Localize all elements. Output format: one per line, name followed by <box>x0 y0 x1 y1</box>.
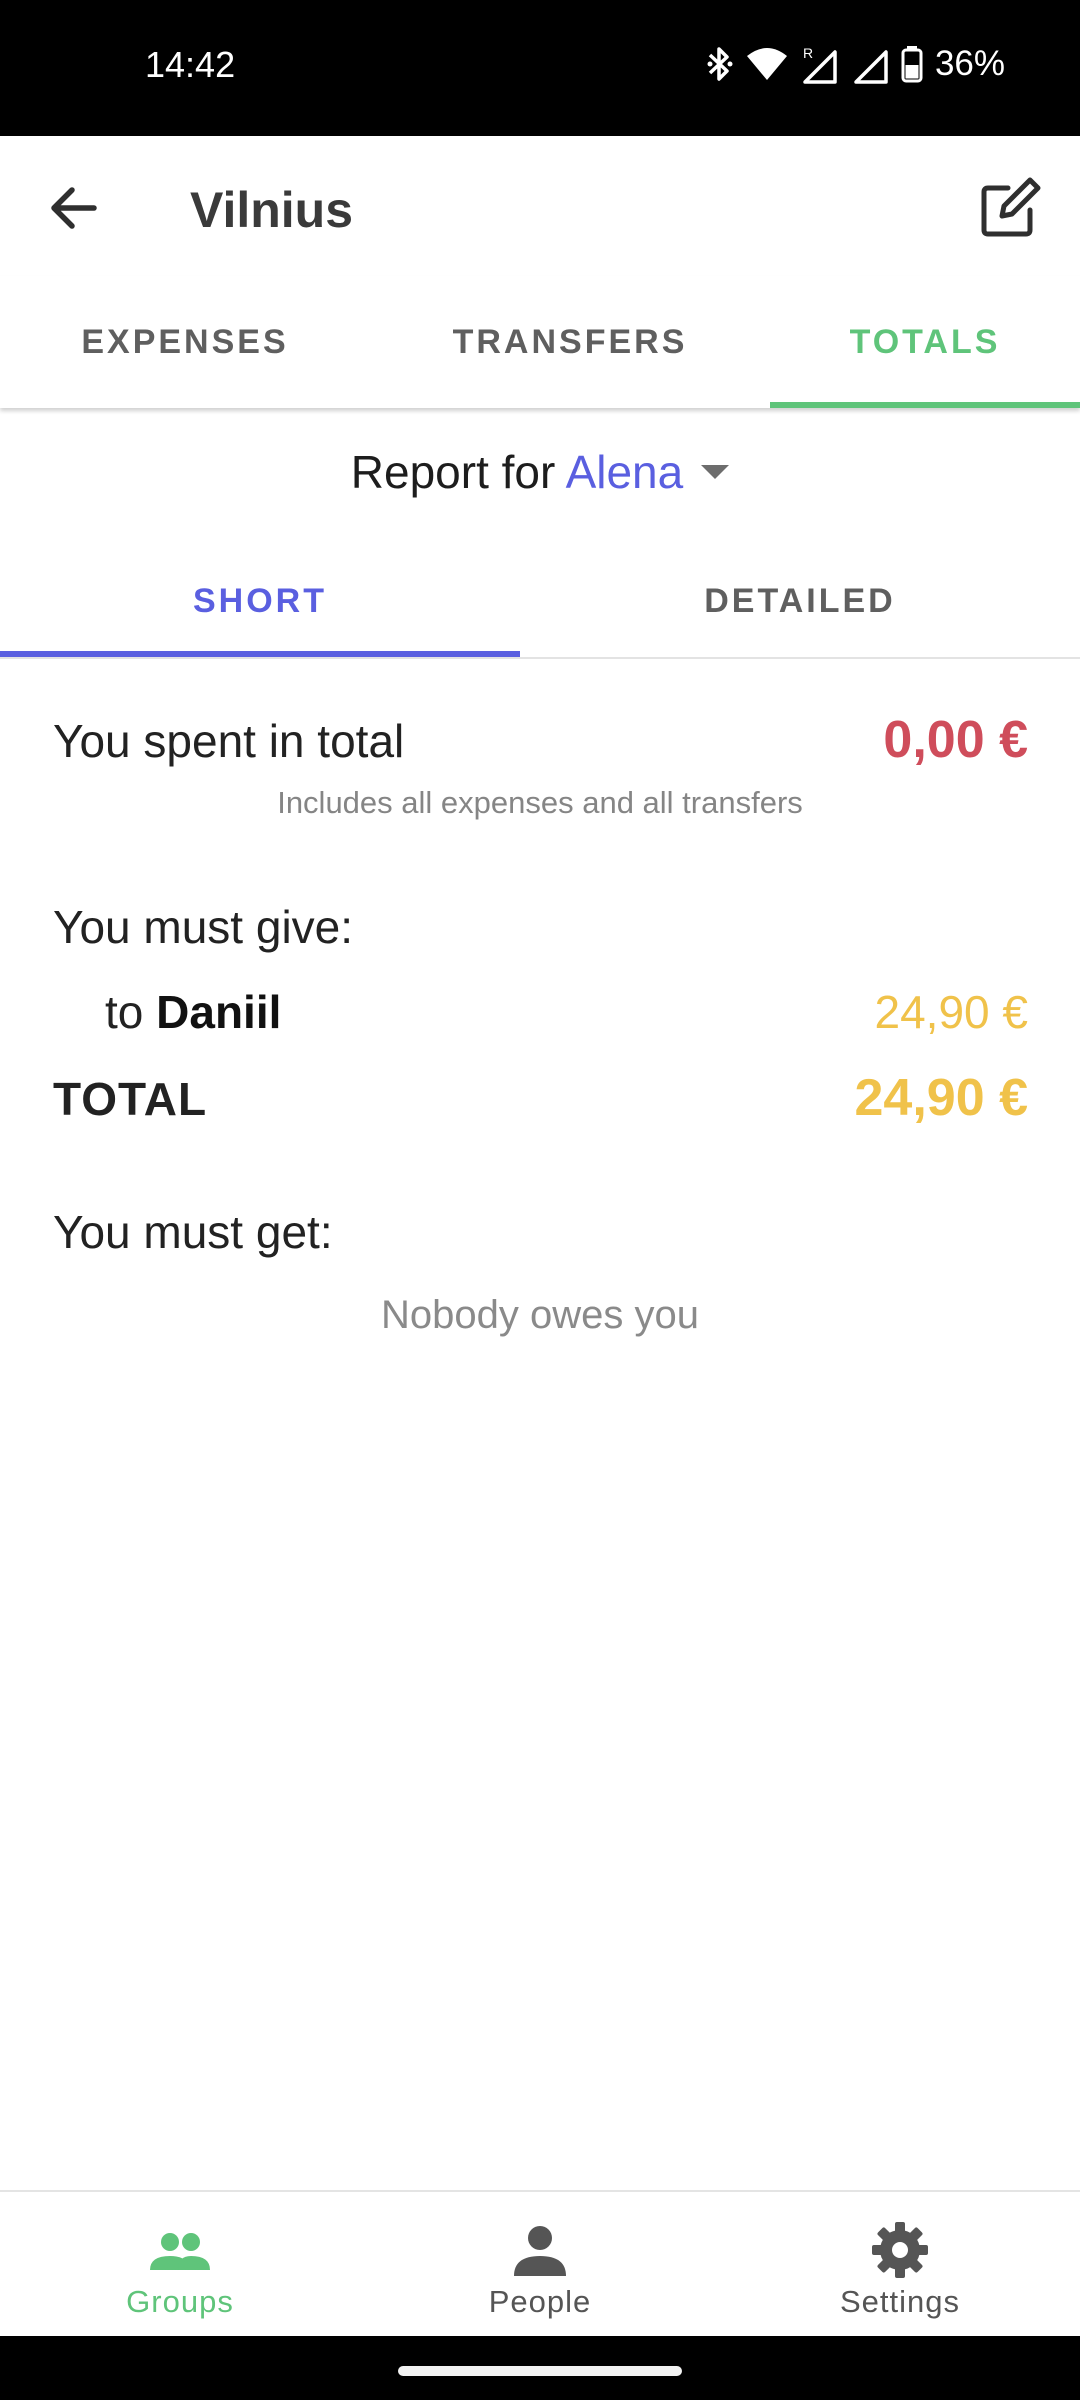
spent-amount: 0,00 € <box>883 711 1028 769</box>
get-empty-message: Nobody owes you <box>381 1293 699 1337</box>
bottom-nav: Groups People Settings <box>0 2190 1080 2338</box>
battery-percent: 36% <box>934 44 1005 83</box>
give-amount: 24,90 € <box>874 986 1028 1038</box>
home-gesture-handle[interactable] <box>398 2366 682 2376</box>
edit-icon <box>981 177 1041 237</box>
tab-totals[interactable]: TOTALS <box>770 276 1080 408</box>
spent-row: You spent in total 0,00 € <box>53 710 1028 770</box>
bluetooth-icon <box>707 47 733 81</box>
groups-icon <box>150 2233 210 2270</box>
subtab-indicator <box>0 651 520 657</box>
tab-detailed[interactable]: DETAILED <box>560 545 1040 657</box>
gesture-bar <box>0 2336 1080 2400</box>
spent-note: Includes all expenses and all transfers <box>277 785 803 820</box>
tab-short[interactable]: SHORT <box>0 545 520 657</box>
get-title: You must get: <box>53 1206 333 1258</box>
signal-roaming-icon: R <box>803 45 837 84</box>
battery-icon <box>901 46 923 83</box>
total-row: TOTAL 24,90 € <box>53 1068 1028 1128</box>
tab-expenses[interactable]: EXPENSES <box>0 276 370 408</box>
tab-transfers[interactable]: TRANSFERS <box>380 276 760 408</box>
give-title: You must give: <box>53 901 354 953</box>
report-subtabs: SHORT DETAILED <box>0 545 1080 659</box>
total-amount: 24,90 € <box>854 1069 1029 1127</box>
give-name: Daniil <box>156 986 282 1038</box>
gear-icon <box>872 2222 928 2278</box>
total-label: TOTAL <box>53 1073 208 1125</box>
report-prefix: Report for <box>350 446 556 498</box>
tab-indicator <box>770 402 1080 408</box>
app-bar: Vilnius <box>0 136 1080 276</box>
person-icon <box>514 2226 566 2276</box>
nav-groups-label: Groups <box>126 2284 234 2319</box>
dropdown-caret-icon[interactable] <box>701 464 730 479</box>
give-row: to Daniil 24,90 € <box>105 985 1028 1039</box>
group-tabs: EXPENSES TRANSFERS TOTALS <box>0 276 1080 408</box>
give-prefix: to <box>105 986 144 1038</box>
report-person[interactable]: Alena <box>566 446 684 498</box>
spent-label: You spent in total <box>53 715 405 767</box>
back-button[interactable] <box>42 176 106 240</box>
signal-icon <box>854 50 888 84</box>
wifi-icon <box>746 48 787 80</box>
edit-group-button[interactable] <box>974 174 1044 244</box>
status-bar: 14:42 R 36% <box>0 0 1080 136</box>
status-icons: R 36% <box>707 42 1005 86</box>
svg-text:R: R <box>803 45 813 61</box>
report-selector[interactable]: Report for Alena <box>0 445 1080 499</box>
arrow-left-icon <box>51 187 97 229</box>
nav-settings[interactable]: Settings <box>720 2192 1080 2338</box>
nav-groups[interactable]: Groups <box>0 2192 360 2338</box>
page-title: Vilnius <box>190 182 354 238</box>
nav-settings-label: Settings <box>839 2284 960 2319</box>
nav-people-label: People <box>488 2284 592 2319</box>
status-time: 14:42 <box>145 44 236 85</box>
give-recipient: to Daniil <box>105 985 281 1039</box>
nav-people[interactable]: People <box>360 2192 720 2338</box>
